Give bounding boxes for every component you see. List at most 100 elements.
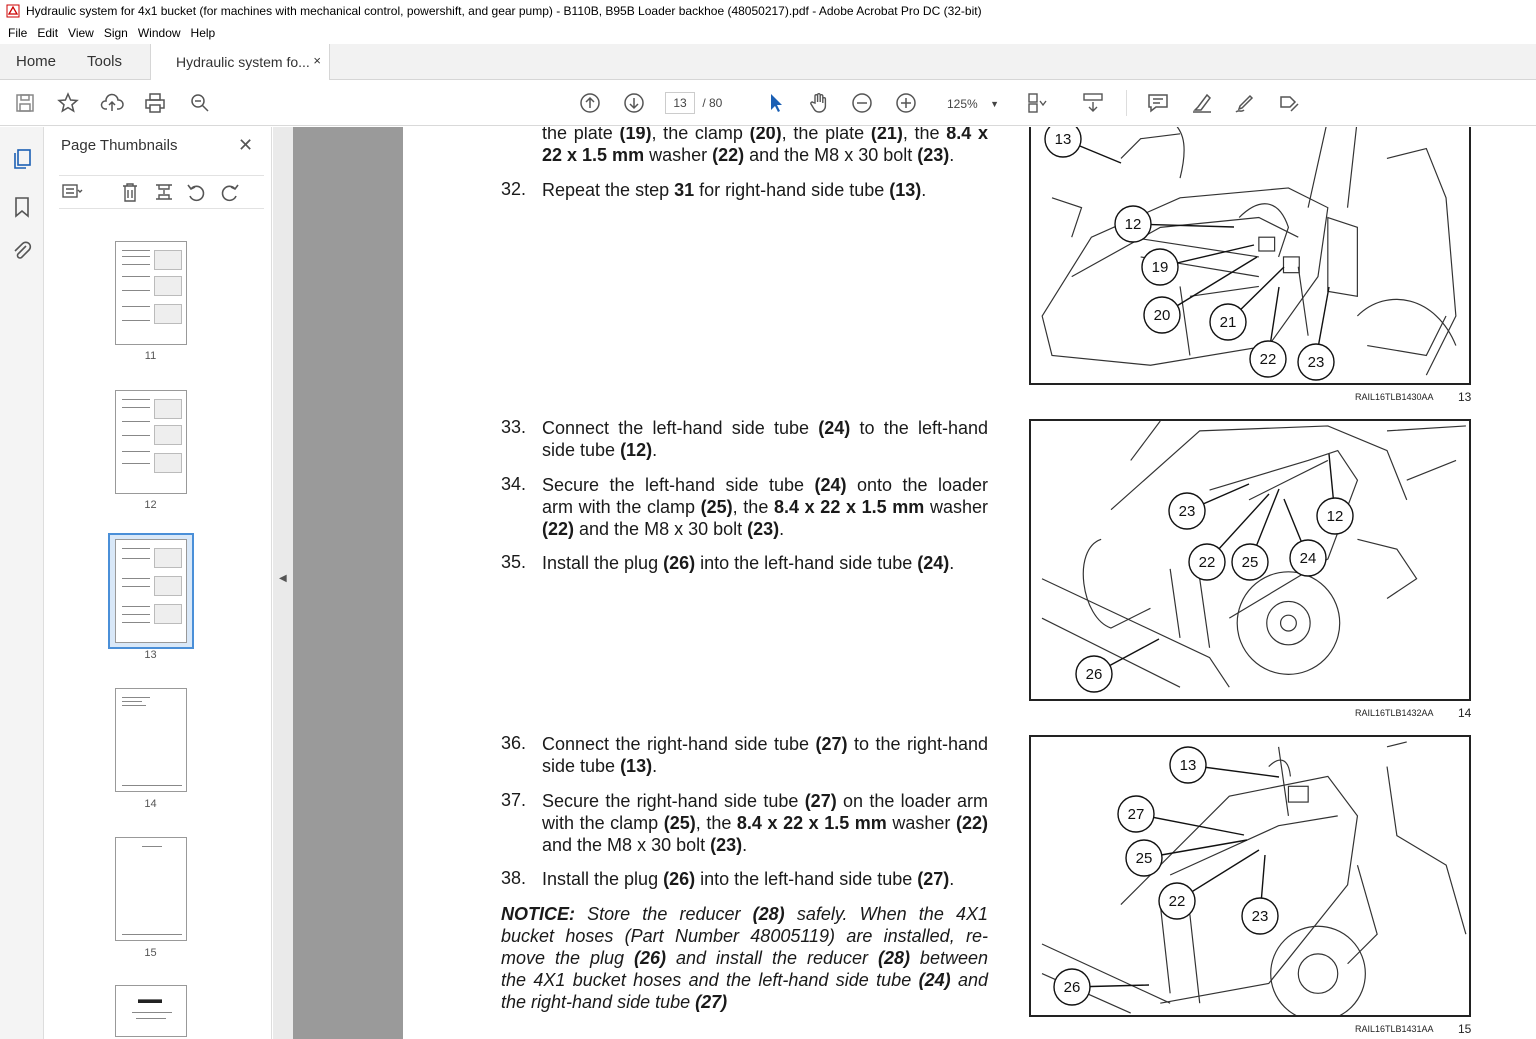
callout-label: 20 xyxy=(1154,307,1171,324)
toolbar: 13 / 80 125% ▼ xyxy=(0,80,1536,126)
acrobat-icon xyxy=(6,4,20,18)
left-rail xyxy=(0,127,44,1039)
chevron-down-icon: ▼ xyxy=(990,99,999,109)
panel-title: Page Thumbnails xyxy=(61,137,178,154)
callout-label: 22 xyxy=(1260,351,1277,368)
bookmarks-icon[interactable] xyxy=(10,195,34,219)
attachments-icon[interactable] xyxy=(10,239,34,263)
page-thumbnails-icon[interactable] xyxy=(10,147,34,171)
save-icon[interactable] xyxy=(13,91,37,115)
menu-edit[interactable]: Edit xyxy=(37,26,58,40)
toolbar-divider xyxy=(1126,90,1127,116)
zoom-in-icon[interactable] xyxy=(894,91,918,115)
page-thumbnail-13[interactable] xyxy=(115,539,187,643)
menu-window[interactable]: Window xyxy=(138,26,181,40)
sign-pen-icon[interactable] xyxy=(1233,91,1257,115)
figure-15-callouts: 13 27 25 22 23 26 xyxy=(1053,746,1280,1006)
close-panel-icon[interactable]: ✕ xyxy=(238,135,253,156)
menu-bar: File Edit View Sign Window Help xyxy=(0,22,1536,44)
step-32-text: Repeat the step 31 for right-hand side t… xyxy=(542,180,927,200)
page-indicator: 13 / 80 xyxy=(665,92,722,114)
fill-sign-icon[interactable] xyxy=(1277,91,1301,115)
callout-label: 13 xyxy=(1055,131,1072,148)
step-number: 32. xyxy=(501,179,527,199)
zoom-out-icon[interactable] xyxy=(850,91,874,115)
callout-label: 22 xyxy=(1169,893,1186,910)
panel-collapse-handle[interactable]: ◀ xyxy=(273,127,293,1039)
step-31-continued: the plate (19), the clamp (20), the plat… xyxy=(542,127,989,165)
callout-label: 22 xyxy=(1199,554,1216,571)
callout-label: 13 xyxy=(1180,757,1197,774)
step-34-text: Secure the left-hand side tube (24) onto… xyxy=(542,475,989,539)
thumbnail-options-icon[interactable] xyxy=(61,181,83,203)
callout-label: 23 xyxy=(1179,503,1196,520)
zoom-search-icon[interactable] xyxy=(188,91,212,115)
tab-bar: Home Tools Hydraulic system fo... × xyxy=(0,44,1536,81)
collapse-arrow-icon[interactable]: ◀ xyxy=(279,573,287,584)
close-tab-icon[interactable]: × xyxy=(313,53,321,68)
thumbnail-label: 11 xyxy=(144,350,157,362)
comment-icon[interactable] xyxy=(1146,91,1170,115)
menu-file[interactable]: File xyxy=(8,26,27,40)
next-page-icon[interactable] xyxy=(622,91,646,115)
rotate-left-icon[interactable] xyxy=(185,181,207,203)
scroll-mode-icon[interactable] xyxy=(1081,91,1105,115)
step-number: 37. xyxy=(501,790,527,810)
upload-cloud-icon[interactable] xyxy=(100,91,124,115)
zoom-select[interactable]: 125% ▼ xyxy=(938,92,1004,114)
callout-label: 27 xyxy=(1128,806,1145,823)
step-number: 35. xyxy=(501,552,527,572)
highlight-pen-icon[interactable] xyxy=(1190,91,1214,115)
page-thumbnail-11[interactable] xyxy=(115,241,187,345)
callout-label: 24 xyxy=(1300,550,1317,567)
bookmark-star-icon[interactable] xyxy=(56,91,80,115)
page-thumbnail-16[interactable]: ▬▬ xyxy=(115,985,187,1037)
page-total: / 80 xyxy=(702,96,723,110)
step-number: 34. xyxy=(501,474,527,494)
menu-sign[interactable]: Sign xyxy=(104,26,128,40)
cnh-logo: ▬▬ xyxy=(138,992,162,1006)
menu-view[interactable]: View xyxy=(68,26,94,40)
callout-label: 23 xyxy=(1252,908,1269,925)
window-title: Hydraulic system for 4x1 bucket (for mac… xyxy=(26,4,982,18)
step-33-text: Connect the left-hand side tube (24) to … xyxy=(542,418,988,460)
thumbnails-panel: Page Thumbnails ✕ 11 12 13 14 15 ▬▬ ▲ ▼ xyxy=(45,127,313,1039)
callout-label: 12 xyxy=(1125,216,1142,233)
callout-label: 19 xyxy=(1152,259,1169,276)
page-display-icon[interactable] xyxy=(1026,91,1050,115)
pdf-page: the plate (19), the clamp (20), the plat… xyxy=(403,127,1536,1039)
figure-13-callouts: 13 12 19 20 21 22 23 xyxy=(1044,127,1335,381)
select-cursor-icon[interactable] xyxy=(764,91,788,115)
figure-14-callouts: 23 12 22 25 24 26 xyxy=(1075,453,1354,693)
figure-reference: RAIL16TLB1430AA xyxy=(1355,392,1434,402)
hand-tool-icon[interactable] xyxy=(807,91,831,115)
tab-document-label: Hydraulic system fo... xyxy=(176,54,310,70)
delete-page-icon[interactable] xyxy=(119,181,141,203)
page-thumbnail-12[interactable] xyxy=(115,390,187,494)
figure-reference: RAIL16TLB1432AA xyxy=(1355,708,1434,718)
figure-number: 14 xyxy=(1458,706,1472,720)
page-number-input[interactable]: 13 xyxy=(665,92,695,114)
step-number: 38. xyxy=(501,868,527,888)
callout-label: 26 xyxy=(1086,666,1103,683)
callout-label: 25 xyxy=(1136,850,1153,867)
step-number: 36. xyxy=(501,733,527,753)
figure-number: 13 xyxy=(1458,390,1472,404)
thumbnail-label: 15 xyxy=(144,947,157,959)
menu-help[interactable]: Help xyxy=(191,26,216,40)
insert-page-icon[interactable] xyxy=(153,181,175,203)
page-thumbnail-14[interactable] xyxy=(115,688,187,792)
thumbnail-label: 13 xyxy=(144,649,157,661)
tab-home[interactable]: Home xyxy=(16,53,56,70)
rotate-right-icon[interactable] xyxy=(219,181,241,203)
page-thumbnail-15[interactable] xyxy=(115,837,187,941)
previous-page-icon[interactable] xyxy=(578,91,602,115)
callout-label: 26 xyxy=(1064,979,1081,996)
title-bar: Hydraulic system for 4x1 bucket (for mac… xyxy=(0,0,1536,22)
tab-tools[interactable]: Tools xyxy=(87,53,122,70)
tab-document[interactable]: Hydraulic system fo... × xyxy=(150,44,330,81)
notice-paragraph: NOTICE: Store the reducer (28) safely. W… xyxy=(501,904,988,1012)
callout-label: 12 xyxy=(1327,508,1344,525)
print-icon[interactable] xyxy=(143,91,167,115)
thumbnail-label: 14 xyxy=(144,798,157,810)
